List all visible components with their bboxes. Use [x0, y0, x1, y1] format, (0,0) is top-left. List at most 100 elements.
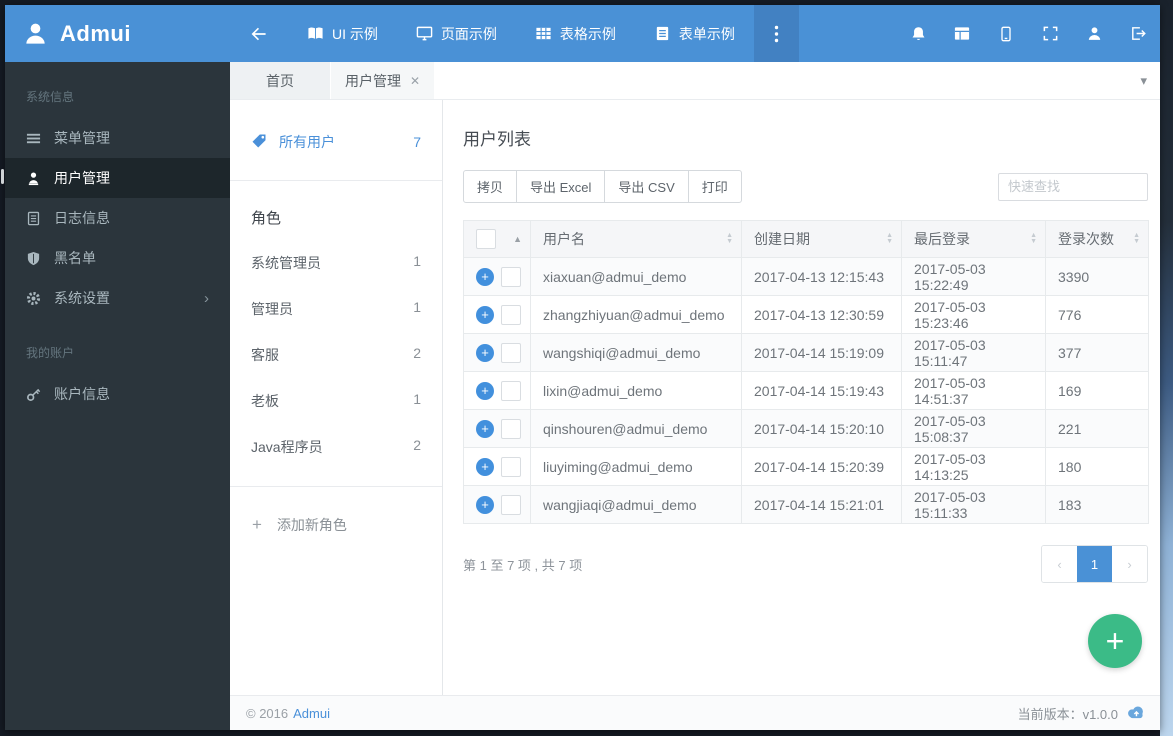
add-user-fab[interactable]: +: [1088, 614, 1142, 668]
table-row: + qinshouren@admui_demo 2017-04-14 15:20…: [463, 409, 1149, 448]
cell-login-count: 776: [1045, 295, 1149, 334]
logout-icon: [1129, 25, 1147, 42]
sidebar-item-log-info[interactable]: 日志信息: [5, 198, 230, 238]
all-users-filter[interactable]: 所有用户 7: [230, 120, 442, 164]
role-item-support[interactable]: 客服 2: [230, 332, 442, 378]
page-title: 用户列表: [463, 130, 531, 149]
row-checkbox[interactable]: [501, 494, 521, 515]
column-header-username[interactable]: 用户名 ▲ ▼: [530, 220, 742, 258]
expand-row-button[interactable]: +: [476, 267, 494, 286]
sidebar-item-label: 日志信息: [54, 210, 110, 226]
nav-item-page-demo[interactable]: 页面示例: [397, 5, 516, 62]
fullscreen-button[interactable]: [1028, 5, 1072, 62]
sort-icon[interactable]: ▲ ▼: [1133, 232, 1140, 245]
sidebar-item-menu-management[interactable]: 菜单管理: [5, 118, 230, 158]
add-role-button[interactable]: + 添加新角色: [230, 503, 442, 547]
roles-header: 角色: [251, 210, 282, 227]
cell-last-login: 2017-05-03 14:13:25: [901, 447, 1046, 486]
desktop-artifact: [1, 169, 4, 184]
back-arrow-button[interactable]: [230, 5, 288, 62]
role-item-boss[interactable]: 老板 1: [230, 378, 442, 424]
row-checkbox[interactable]: [501, 380, 521, 401]
table-row: + liuyiming@admui_demo 2017-04-14 15:20:…: [463, 447, 1149, 486]
table-toolbar: 拷贝 导出 Excel 导出 CSV 打印: [463, 170, 1148, 203]
expand-row-button[interactable]: +: [476, 343, 494, 362]
row-checkbox[interactable]: [501, 304, 521, 325]
cell-created: 2017-04-14 15:20:39: [741, 447, 902, 486]
row-checkbox[interactable]: [501, 418, 521, 439]
role-item-java-dev[interactable]: Java程序员 2: [230, 424, 442, 470]
export-csv-button[interactable]: 导出 CSV: [604, 170, 689, 203]
sort-asc-icon[interactable]: ▲: [513, 234, 522, 244]
expand-row-button[interactable]: +: [476, 305, 494, 324]
notifications-button[interactable]: [896, 5, 940, 62]
tab-bar: 首页 用户管理 ✕ ▾: [230, 62, 1160, 100]
role-item-sysadmin[interactable]: 系统管理员 1: [230, 240, 442, 286]
sidebar-item-system-settings[interactable]: 系统设置 ›: [5, 278, 230, 318]
version-text: 当前版本：v1.0.0: [1017, 706, 1118, 722]
expand-row-button[interactable]: +: [476, 419, 494, 438]
tab-label: 用户管理: [345, 72, 401, 89]
expand-row-button[interactable]: +: [476, 457, 494, 476]
person-logo-icon: [22, 20, 49, 47]
logout-button[interactable]: [1116, 5, 1160, 62]
sidebar-item-account-info[interactable]: 账户信息: [5, 374, 230, 414]
select-all-checkbox[interactable]: [476, 229, 496, 249]
role-count: 2: [413, 345, 421, 361]
users-table: ▲ 用户名 ▲ ▼ 创建日期 ▲ ▼ 最后登录 ▲ ▼ 登录次数 ▲ ▼ + x…: [463, 220, 1149, 524]
cell-username: liuyiming@admui_demo: [530, 447, 742, 486]
pager-prev-button[interactable]: ‹: [1042, 546, 1077, 582]
sort-icon[interactable]: ▲ ▼: [1030, 232, 1037, 245]
sidebar-item-user-management[interactable]: 用户管理: [5, 158, 230, 198]
menu-icon: [26, 131, 41, 146]
column-header-last-login[interactable]: 最后登录 ▲ ▼: [901, 220, 1046, 258]
sort-icon[interactable]: ▲ ▼: [886, 232, 893, 245]
layout-panels-button[interactable]: [940, 5, 984, 62]
quick-search-input[interactable]: [998, 172, 1148, 201]
pager: ‹ 1 ›: [1041, 545, 1148, 583]
column-header-login-count[interactable]: 登录次数 ▲ ▼: [1045, 220, 1149, 258]
sidebar-section-system: 系统信息: [26, 90, 75, 104]
brand-logo[interactable]: Admui: [5, 5, 230, 62]
footer-brand-link[interactable]: Admui: [293, 706, 330, 721]
sidebar-item-label: 菜单管理: [54, 130, 110, 146]
cell-username: wangshiqi@admui_demo: [530, 333, 742, 372]
cloud-upload-icon[interactable]: [1126, 704, 1145, 722]
sort-icon[interactable]: ▲ ▼: [726, 232, 733, 245]
row-checkbox[interactable]: [501, 456, 521, 477]
copy-button[interactable]: 拷贝: [463, 170, 518, 203]
role-count: 2: [413, 437, 421, 453]
nav-item-table-demo[interactable]: 表格示例: [516, 5, 635, 62]
user-list-panel: 用户列表 拷贝 导出 Excel 导出 CSV 打印 快速查找 ▲ 用户名 ▲ …: [443, 100, 1160, 695]
cell-username: qinshouren@admui_demo: [530, 409, 742, 448]
tab-list-dropdown[interactable]: ▾: [1140, 62, 1147, 99]
close-icon[interactable]: ✕: [410, 74, 420, 88]
cell-created: 2017-04-14 15:19:09: [741, 333, 902, 372]
pager-page-1[interactable]: 1: [1077, 546, 1112, 582]
nav-item-form-demo[interactable]: 表单示例: [635, 5, 754, 62]
plus-icon: +: [252, 515, 262, 534]
row-checkbox[interactable]: [501, 342, 521, 363]
nav-more-button[interactable]: [753, 5, 799, 62]
sidebar-item-label: 账户信息: [54, 386, 110, 402]
tab-home[interactable]: 首页: [230, 62, 330, 99]
expand-row-button[interactable]: +: [476, 495, 494, 514]
tab-user-management[interactable]: 用户管理 ✕: [331, 62, 435, 99]
gear-icon: [26, 291, 41, 306]
column-header-created[interactable]: 创建日期 ▲ ▼: [741, 220, 902, 258]
row-checkbox[interactable]: [501, 266, 521, 287]
print-button[interactable]: 打印: [687, 170, 742, 203]
nav-item-ui-demo[interactable]: UI 示例: [288, 5, 397, 62]
role-item-admin[interactable]: 管理员 1: [230, 286, 442, 332]
main-row: 系统信息 菜单管理 用户管理 日志信息 黑名单 系统设置 › 我的账户 账户信息…: [5, 62, 1160, 730]
cell-created: 2017-04-14 15:19:43: [741, 371, 902, 410]
bell-icon: [910, 25, 927, 43]
export-excel-button[interactable]: 导出 Excel: [516, 170, 606, 203]
pager-next-button[interactable]: ›: [1112, 546, 1147, 582]
account-button[interactable]: [1072, 5, 1116, 62]
expand-row-button[interactable]: +: [476, 381, 494, 400]
role-count: 1: [413, 299, 421, 315]
sidebar-item-label: 用户管理: [54, 170, 110, 186]
mobile-view-button[interactable]: [984, 5, 1028, 62]
sidebar-item-blacklist[interactable]: 黑名单: [5, 238, 230, 278]
